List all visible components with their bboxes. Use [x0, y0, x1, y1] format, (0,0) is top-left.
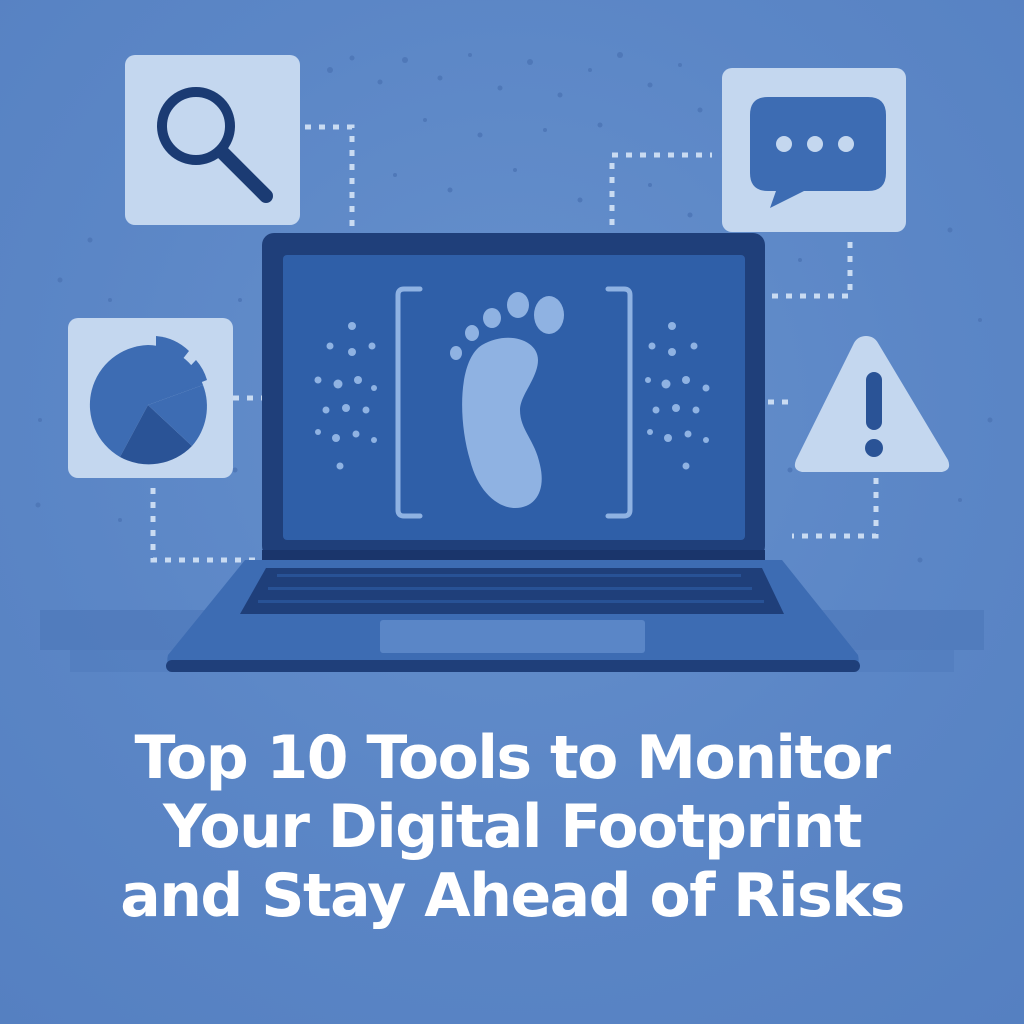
warning-icon	[794, 336, 950, 472]
headline: Top 10 Tools to Monitor Your Digital Foo…	[0, 724, 1024, 931]
illustration	[35, 52, 993, 672]
laptop-touchpad	[380, 620, 645, 653]
chat-tile	[722, 68, 906, 232]
laptop	[166, 233, 860, 672]
poster: Top 10 Tools to Monitor Your Digital Foo…	[0, 0, 1024, 1024]
headline-line-2: Your Digital Footprint	[162, 792, 863, 862]
pie-chart-tile	[68, 318, 233, 478]
search-tile	[125, 55, 300, 225]
headline-line-1: Top 10 Tools to Monitor	[134, 723, 891, 793]
headline-line-3: and Stay Ahead of Risks	[120, 861, 905, 931]
